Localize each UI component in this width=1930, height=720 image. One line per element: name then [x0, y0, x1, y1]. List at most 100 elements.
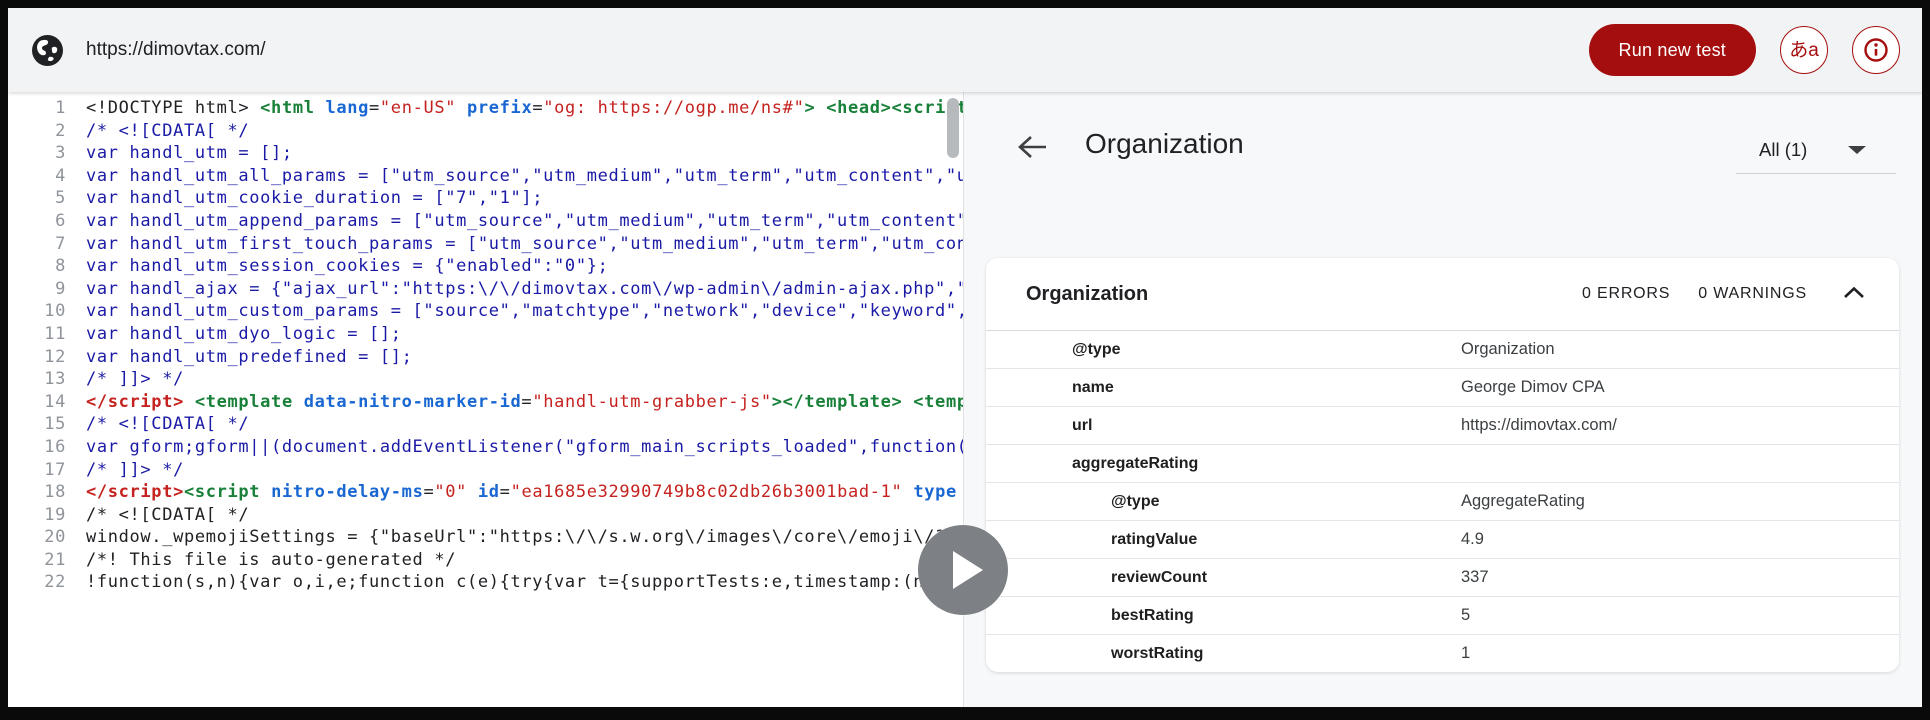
play-button[interactable]: [918, 525, 1008, 615]
code-line: 15/* <![CDATA[ */: [8, 413, 963, 436]
line-number: 12: [8, 346, 66, 369]
code-line: 21/*! This file is auto-generated */: [8, 549, 963, 572]
line-number: 21: [8, 549, 66, 572]
property-row: name George Dimov CPA: [986, 368, 1899, 406]
line-number: 8: [8, 255, 66, 278]
property-value: 1: [1461, 644, 1470, 663]
line-number: 18: [8, 481, 66, 504]
property-name: reviewCount: [1111, 569, 1207, 587]
property-name: aggregateRating: [1072, 455, 1198, 473]
property-row: @type AggregateRating: [986, 482, 1899, 520]
property-name: ratingValue: [1111, 531, 1197, 549]
code-line: 6var handl_utm_append_params = ["utm_sou…: [8, 210, 963, 233]
topbar-actions: Run new test あa: [1589, 24, 1900, 76]
line-number: 11: [8, 323, 66, 346]
line-number: 17: [8, 459, 66, 482]
line-number: 10: [8, 300, 66, 323]
code-line: 3var handl_utm = [];: [8, 142, 963, 165]
code-line: 4var handl_utm_all_params = ["utm_source…: [8, 165, 963, 188]
play-icon: [953, 551, 983, 589]
filter-value: All (1): [1759, 139, 1807, 161]
line-number: 14: [8, 391, 66, 414]
property-value: 4.9: [1461, 530, 1484, 549]
code-line: 22!function(s,n){var o,i,e;function c(e)…: [8, 571, 963, 594]
tested-url: https://dimovtax.com/: [86, 39, 266, 61]
code-line: 5var handl_utm_cookie_duration = ["7","1…: [8, 187, 963, 210]
property-name: name: [1072, 379, 1114, 397]
entity-filter-dropdown[interactable]: All (1): [1736, 126, 1896, 174]
property-name: @type: [1111, 493, 1160, 511]
property-value: Organization: [1461, 340, 1555, 359]
card-title: Organization: [1026, 283, 1148, 306]
warnings-count: 0 WARNINGS: [1698, 285, 1807, 303]
line-number: 6: [8, 210, 66, 233]
card-status: 0 ERRORS 0 WARNINGS: [1582, 282, 1869, 306]
translate-button[interactable]: あa: [1780, 26, 1828, 74]
detected-item-panel: Organization All (1) Organization 0 ERRO…: [963, 92, 1922, 707]
property-name: @type: [1072, 341, 1121, 359]
line-number: 3: [8, 142, 66, 165]
property-row: url https://dimovtax.com/: [986, 406, 1899, 444]
property-row: reviewCount337: [986, 558, 1899, 596]
panel-title: Organization: [1085, 128, 1244, 160]
code-line: 11var handl_utm_dyo_logic = [];: [8, 323, 963, 346]
code-line: 2/* <![CDATA[ */: [8, 120, 963, 143]
source-code-pane[interactable]: 1<!DOCTYPE html> <html lang="en-US" pref…: [8, 92, 963, 707]
property-row: bestRating 5: [986, 596, 1899, 634]
code-line: 12var handl_utm_predefined = [];: [8, 346, 963, 369]
app-window: https://dimovtax.com/ Run new test あa 1<…: [0, 0, 1930, 720]
property-value: https://dimovtax.com/: [1461, 416, 1617, 435]
code-line: 13/* ]]> */: [8, 368, 963, 391]
card-header: Organization 0 ERRORS 0 WARNINGS: [986, 258, 1899, 330]
code-line: 14</script> <template data-nitro-marker-…: [8, 391, 963, 414]
code-line: 16var gform;gform||(document.addEventLis…: [8, 436, 963, 459]
property-row: ratingValue 4.9: [986, 520, 1899, 558]
globe-icon: [31, 34, 64, 67]
property-table: @type Organization name George Dimov CPA url…: [986, 330, 1899, 672]
top-bar: https://dimovtax.com/ Run new test あa: [8, 8, 1922, 92]
code-scrollbar-thumb[interactable]: [947, 98, 959, 158]
line-number: 1: [8, 97, 66, 120]
code-line: 10var handl_utm_custom_params = ["source…: [8, 300, 963, 323]
property-name: worstRating: [1111, 645, 1203, 663]
property-value: AggregateRating: [1461, 492, 1585, 511]
code-line: 7var handl_utm_first_touch_params = ["ut…: [8, 233, 963, 256]
line-number: 7: [8, 233, 66, 256]
line-number: 19: [8, 504, 66, 527]
property-row: @type Organization: [986, 330, 1899, 368]
line-number: 9: [8, 278, 66, 301]
line-number: 22: [8, 571, 66, 594]
chevron-up-icon: [1843, 286, 1865, 299]
code-line: 9var handl_ajax = {"ajax_url":"https:\/\…: [8, 278, 963, 301]
code-line: 17/* ]]> */: [8, 459, 963, 482]
property-row: worstRating 1: [986, 634, 1899, 672]
property-name: bestRating: [1111, 607, 1194, 625]
code-line: 8var handl_utm_session_cookies = {"enabl…: [8, 255, 963, 278]
app-content: https://dimovtax.com/ Run new test あa 1<…: [8, 8, 1922, 707]
line-number: 2: [8, 120, 66, 143]
line-number: 15: [8, 413, 66, 436]
code-line: 20window._wpemojiSettings = {"baseUrl":"…: [8, 526, 963, 549]
organization-card: Organization 0 ERRORS 0 WARNINGS @type Or…: [986, 258, 1899, 672]
property-row: aggregateRating: [986, 444, 1899, 482]
info-icon: [1863, 37, 1889, 63]
line-number: 13: [8, 368, 66, 391]
info-button[interactable]: [1852, 26, 1900, 74]
back-button[interactable]: [1012, 128, 1052, 168]
collapse-card-button[interactable]: [1839, 282, 1869, 306]
line-number: 5: [8, 187, 66, 210]
chevron-down-icon: [1848, 146, 1866, 154]
line-number: 20: [8, 526, 66, 549]
errors-count: 0 ERRORS: [1582, 285, 1670, 303]
line-number: 16: [8, 436, 66, 459]
code-line: 1<!DOCTYPE html> <html lang="en-US" pref…: [8, 97, 963, 120]
code-line: 19/* <![CDATA[ */: [8, 504, 963, 527]
run-new-test-button[interactable]: Run new test: [1589, 24, 1756, 76]
translate-icon: あa: [1789, 41, 1819, 60]
code-lines: 1<!DOCTYPE html> <html lang="en-US" pref…: [8, 97, 963, 594]
property-value: George Dimov CPA: [1461, 378, 1605, 397]
line-number: 4: [8, 165, 66, 188]
property-value: 5: [1461, 606, 1470, 625]
code-line: 18</script><script nitro-delay-ms="0" id…: [8, 481, 963, 504]
property-name: url: [1072, 417, 1092, 435]
